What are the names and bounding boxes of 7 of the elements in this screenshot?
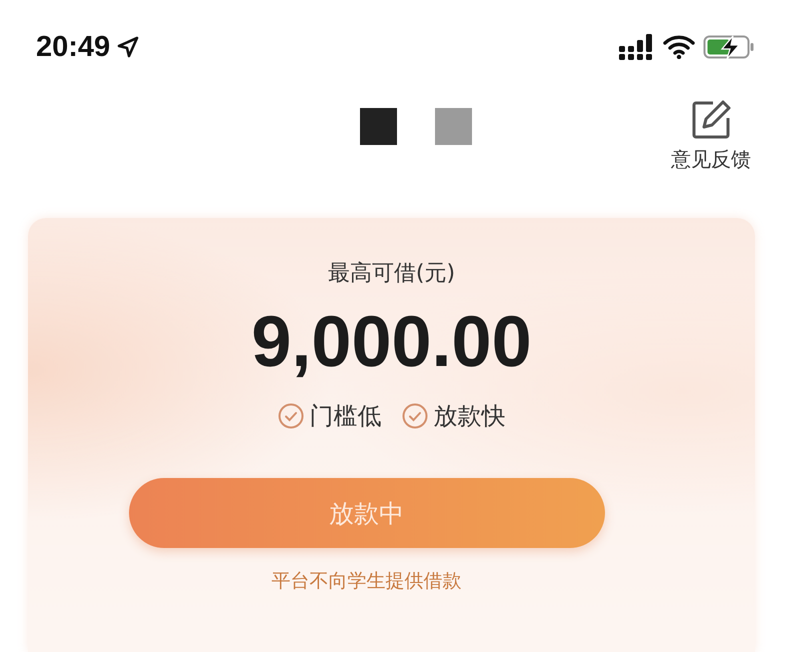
student-notice: 平台不向学生提供借款 — [272, 569, 462, 594]
feature-label: 门槛低 — [310, 401, 382, 432]
feature-label: 放款快 — [434, 401, 506, 432]
feedback-button[interactable]: 意见反馈 — [671, 100, 751, 173]
status-time: 20:49 — [36, 30, 110, 64]
limit-amount: 9,000.00 — [251, 306, 532, 378]
limit-label: 最高可借(元) — [328, 260, 456, 288]
